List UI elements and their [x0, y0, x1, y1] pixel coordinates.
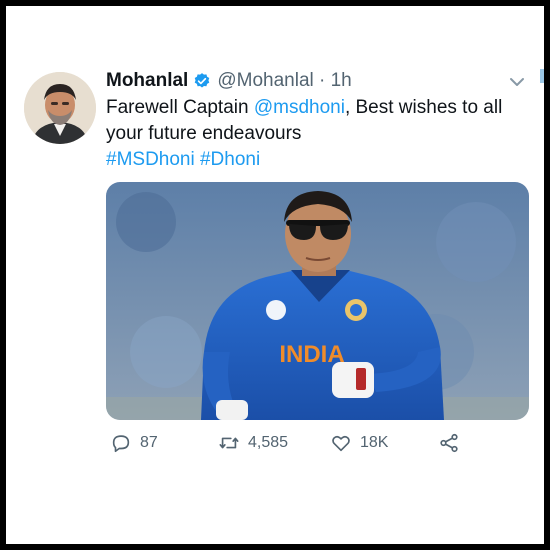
- tweet-text: Farewell Captain @msdhoni, Best wishes t…: [106, 95, 536, 173]
- share-icon: [440, 433, 458, 453]
- tweet-photo[interactable]: INDIA: [106, 182, 529, 420]
- scroll-indicator: [540, 69, 544, 83]
- display-name[interactable]: Mohanlal: [106, 70, 188, 92]
- verified-badge-icon: [195, 73, 210, 88]
- handle-and-time[interactable]: @Mohanlal · 1h: [217, 70, 351, 92]
- retweet-button[interactable]: 4,585: [218, 432, 288, 454]
- heart-icon: [332, 435, 350, 452]
- chevron-down-icon[interactable]: [509, 76, 525, 88]
- tweet-header: Mohanlal @Mohanlal · 1h: [106, 70, 352, 92]
- reply-count: 87: [140, 434, 158, 451]
- like-count: 18K: [360, 434, 389, 451]
- tweet-card: Mohanlal @Mohanlal · 1h Farewell Captain…: [6, 6, 544, 544]
- tweet-text-start: Farewell Captain: [106, 97, 254, 118]
- avatar[interactable]: [24, 72, 96, 144]
- mention-link[interactable]: @msdhoni: [254, 97, 345, 118]
- hashtag-links[interactable]: #MSDhoni #Dhoni: [106, 149, 260, 170]
- like-button[interactable]: 18K: [330, 432, 388, 454]
- avatar-image: [24, 72, 96, 144]
- reply-icon: [112, 435, 130, 453]
- share-button[interactable]: [438, 432, 468, 454]
- retweet-count: 4,585: [248, 434, 289, 451]
- tweet-actions: 87 4,585 18K: [106, 432, 536, 462]
- photo-image: INDIA: [106, 182, 529, 420]
- retweet-icon: [219, 437, 239, 449]
- reply-button[interactable]: 87: [110, 432, 158, 454]
